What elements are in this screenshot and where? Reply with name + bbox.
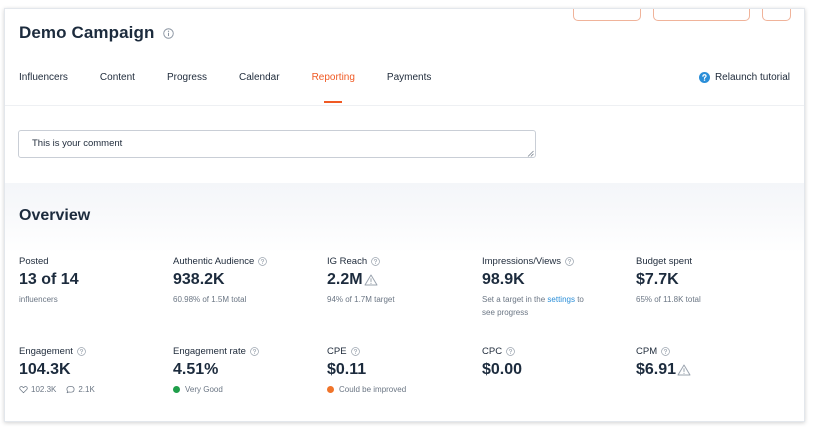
tabs-divider: [5, 105, 804, 106]
tab-progress[interactable]: Progress: [167, 71, 207, 101]
metric-impressions-views: Impressions/Views 98.9K Set a target in …: [482, 255, 632, 319]
question-icon[interactable]: [77, 346, 86, 356]
status-dot-orange: [327, 385, 334, 393]
question-icon[interactable]: [565, 256, 574, 266]
metric-value-text: $6.91: [636, 361, 677, 378]
metric-ig-reach: IG Reach 2.2M 94% of 1.7M target: [327, 255, 477, 306]
metric-label: Engagement: [19, 345, 169, 357]
metric-label: Posted: [19, 255, 49, 267]
metric-subtext: Set a target in the settings to see prog…: [482, 293, 632, 319]
overview-section: Overview Posted 13 of 14 influencers Aut…: [5, 183, 804, 421]
metric-label: Budget spent: [636, 255, 692, 267]
metric-label-text: CPE: [327, 345, 347, 357]
info-icon[interactable]: [163, 27, 175, 39]
metric-budget-spent: Budget spent $7.7K 65% of 11.8K total: [636, 255, 786, 306]
warning-icon[interactable]: [677, 364, 691, 376]
metric-authentic-audience: Authentic Audience 938.2K 60.98% of 1.5M…: [173, 255, 323, 306]
page-header: Demo Campaign: [19, 20, 175, 46]
comment-input[interactable]: This is your comment: [18, 130, 536, 158]
metric-label: CPM: [636, 345, 786, 357]
metric-status-text: Could be improved: [339, 384, 407, 394]
metric-label-text: CPC: [482, 345, 503, 357]
tab-calendar[interactable]: Calendar: [239, 71, 280, 101]
metric-subtext: 94% of 1.7M target: [327, 295, 395, 304]
page-title: Demo Campaign: [19, 23, 155, 42]
resize-grip-icon[interactable]: [527, 150, 534, 157]
metric-subtext: 60.98% of 1.5M total: [173, 295, 247, 304]
metric-value-text: 2.2M: [327, 271, 363, 288]
top-action-button[interactable]: [762, 9, 791, 21]
warning-icon[interactable]: [364, 274, 378, 286]
metric-label: IG Reach: [327, 255, 477, 267]
metric-value: 98.9K: [482, 271, 525, 288]
question-icon[interactable]: [661, 346, 670, 356]
metric-label: Engagement rate: [173, 345, 323, 357]
question-icon[interactable]: [250, 346, 259, 356]
relaunch-tutorial-link[interactable]: Relaunch tutorial: [698, 72, 790, 83]
status-dot-green: [173, 385, 180, 393]
comments-count: 2.1K: [78, 384, 95, 394]
campaign-window: Demo Campaign Influencers Content Progre…: [4, 8, 805, 422]
metric-engagement-rate: Engagement rate 4.51% Very Good: [173, 345, 323, 395]
top-action-button[interactable]: [573, 9, 641, 21]
top-action-button[interactable]: [653, 9, 750, 21]
metric-value: $0.00: [482, 361, 523, 378]
metric-subtext-prefix: Set a target in the: [482, 295, 546, 304]
metric-value: $0.11: [327, 361, 367, 378]
metric-subtext-suffix: to: [577, 295, 584, 304]
engagement-breakdown: 102.3K 2.1K: [19, 383, 169, 395]
metric-value: $7.7K: [636, 271, 679, 288]
campaign-tabs: Influencers Content Progress Calendar Re…: [19, 71, 463, 103]
metric-value: 13 of 14: [19, 271, 79, 288]
metric-label-text: CPM: [636, 345, 658, 357]
heart-icon: [19, 385, 28, 393]
tab-payments[interactable]: Payments: [387, 71, 431, 101]
metric-posted: Posted 13 of 14 influencers: [19, 255, 169, 306]
metric-label: Authentic Audience: [173, 255, 323, 267]
tab-reporting[interactable]: Reporting: [312, 71, 355, 103]
metric-label-text: Impressions/Views: [482, 255, 562, 267]
metric-label: CPC: [482, 345, 632, 357]
metric-label: CPE: [327, 345, 477, 357]
metric-subtext-line2: see progress: [482, 308, 529, 317]
metric-value: 104.3K: [19, 361, 71, 378]
metric-label-text: Engagement rate: [173, 345, 246, 357]
comment-icon: [66, 385, 75, 393]
metric-cpe: CPE $0.11 Could be improved: [327, 345, 477, 395]
metric-cpc: CPC $0.00: [482, 345, 632, 380]
metric-label-text: Authentic Audience: [173, 255, 255, 267]
question-icon[interactable]: [258, 256, 268, 266]
overview-title: Overview: [19, 207, 91, 224]
metric-status-text: Very Good: [185, 384, 223, 394]
metric-subtext: influencers: [19, 295, 58, 304]
settings-link[interactable]: settings: [547, 295, 575, 304]
question-icon[interactable]: [350, 346, 360, 356]
metric-label: Impressions/Views: [482, 255, 632, 267]
metric-cpm: CPM $6.91: [636, 345, 786, 380]
question-icon[interactable]: [506, 346, 515, 356]
help-icon: [698, 72, 710, 83]
likes-count: 102.3K: [31, 384, 57, 394]
metric-subtext: 65% of 11.8K total: [636, 295, 701, 304]
metric-engagement: Engagement 104.3K 102.3K 2.1K: [19, 345, 169, 395]
metric-value: 938.2K: [173, 271, 225, 288]
metric-value: $6.91: [636, 360, 786, 380]
metric-label-text: Engagement: [19, 345, 73, 357]
tab-influencers[interactable]: Influencers: [19, 71, 68, 101]
metric-value: 4.51%: [173, 361, 219, 378]
metric-status: Very Good: [173, 383, 323, 395]
metric-status: Could be improved: [327, 383, 477, 395]
metric-label-text: IG Reach: [327, 255, 368, 267]
question-icon[interactable]: [371, 256, 380, 266]
tab-content[interactable]: Content: [100, 71, 135, 101]
relaunch-tutorial-label: Relaunch tutorial: [714, 72, 790, 83]
metric-value: 2.2M: [327, 270, 477, 290]
